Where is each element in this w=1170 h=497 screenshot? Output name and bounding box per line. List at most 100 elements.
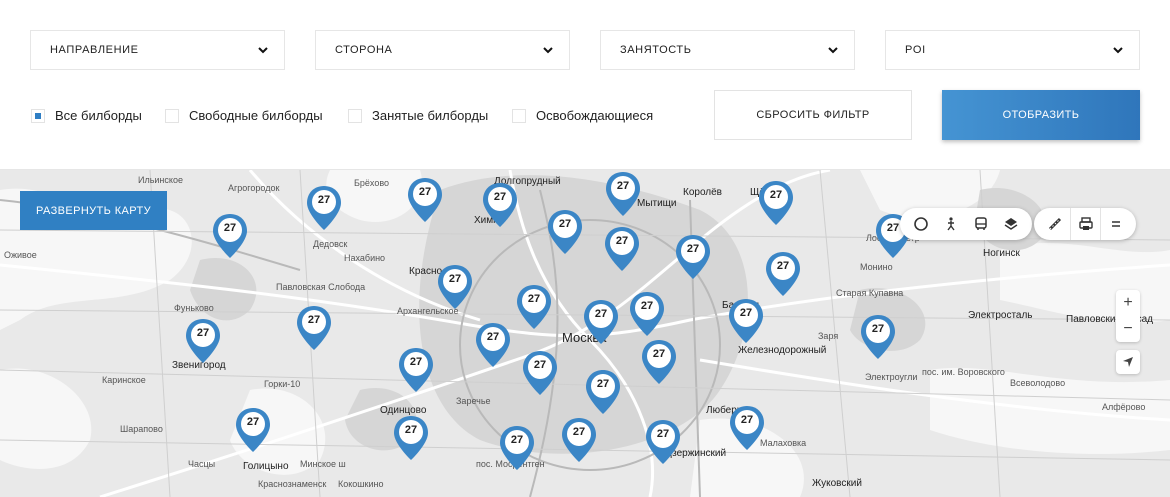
cluster-marker[interactable]: 27 [184, 317, 222, 365]
map-toolbar [900, 208, 1032, 240]
zoom-in-button[interactable]: + [1116, 290, 1140, 316]
cluster-marker[interactable]: 27 [644, 418, 682, 466]
transport-tool[interactable] [966, 208, 996, 240]
pedestrian-tool[interactable] [936, 208, 966, 240]
cluster-marker[interactable]: 27 [515, 283, 553, 331]
map-pin-icon [586, 370, 620, 414]
checkbox-box[interactable] [348, 108, 362, 123]
cluster-marker[interactable]: 27 [498, 424, 536, 472]
map-label: Горки-10 [264, 379, 301, 389]
map-label: Заречье [456, 396, 491, 406]
cluster-marker[interactable]: 27 [397, 346, 435, 394]
side-select[interactable]: СТОРОНА [315, 30, 570, 70]
map-pin-icon [476, 323, 510, 367]
draw-area-tool[interactable] [906, 208, 936, 240]
map-label: Электросталь [968, 310, 1033, 321]
geolocation-button[interactable] [1116, 350, 1140, 374]
cluster-marker[interactable]: 27 [640, 338, 678, 386]
cluster-marker[interactable]: 27 [234, 406, 272, 454]
cluster-marker[interactable]: 27 [674, 233, 712, 281]
map-pin-icon [676, 235, 710, 279]
expand-map-button[interactable]: РАЗВЕРНУТЬ КАРТУ [20, 191, 167, 230]
cluster-marker[interactable]: 27 [764, 250, 802, 298]
occupancy-select[interactable]: ЗАНЯТОСТЬ [600, 30, 855, 70]
map-label: Брёхово [354, 178, 390, 188]
cluster-marker[interactable]: 27 [582, 298, 620, 346]
menu-icon [1111, 221, 1120, 227]
map-label: Нахабино [344, 253, 386, 263]
checkbox-releasing[interactable]: Освобождающиеся [512, 108, 653, 123]
cluster-count: 27 [527, 293, 541, 305]
cluster-count: 27 [409, 356, 423, 368]
cluster-marker[interactable]: 27 [728, 404, 766, 452]
map-pin-icon [861, 315, 895, 359]
checkbox-box[interactable] [165, 108, 179, 123]
map-label: Каринское [102, 375, 146, 385]
cluster-count: 27 [776, 260, 790, 272]
checkbox-all-billboards[interactable]: Все билборды [31, 108, 142, 123]
map-pin-icon [766, 252, 800, 296]
map-label: Часцы [188, 459, 216, 469]
direction-select[interactable]: НАПРАВЛЕНИЕ [30, 30, 285, 70]
map-pin-icon [307, 186, 341, 230]
map-pin-icon [729, 299, 763, 343]
cluster-marker[interactable]: 27 [436, 263, 474, 311]
map-pin-icon [646, 420, 680, 464]
cluster-marker[interactable]: 27 [604, 170, 642, 218]
cluster-marker[interactable]: 27 [584, 368, 622, 416]
cluster-marker[interactable]: 27 [546, 208, 584, 256]
map-pin-icon [730, 406, 764, 450]
map-pin-icon [759, 181, 793, 225]
map-label: Павловская Слобода [276, 282, 366, 292]
checkbox-label: Все билборды [55, 108, 142, 123]
poi-select-label: POI [905, 44, 926, 56]
pedestrian-icon [947, 217, 955, 231]
circle-draw-icon [914, 217, 928, 231]
map-pin-icon [584, 300, 618, 344]
menu-tool[interactable] [1100, 208, 1130, 240]
poi-select[interactable]: POI [885, 30, 1140, 70]
ruler-tool[interactable] [1040, 208, 1070, 240]
cluster-marker[interactable]: 27 [392, 414, 430, 462]
show-button[interactable]: ОТОБРАЗИТЬ [942, 90, 1140, 140]
occupancy-select-label: ЗАНЯТОСТЬ [620, 44, 692, 56]
cluster-count: 27 [418, 186, 432, 198]
chevron-down-icon [1113, 47, 1123, 54]
cluster-marker[interactable]: 27 [406, 176, 444, 224]
checkbox-free-billboards[interactable]: Свободные билборды [165, 108, 323, 123]
checkbox-box[interactable] [512, 108, 526, 123]
side-select-label: СТОРОНА [335, 44, 393, 56]
cluster-count: 27 [656, 428, 670, 440]
cluster-marker[interactable]: 27 [757, 179, 795, 227]
cluster-marker[interactable]: 27 [603, 225, 641, 273]
checkbox-box[interactable] [31, 108, 45, 123]
location-arrow-icon [1123, 357, 1133, 367]
layers-tool[interactable] [996, 208, 1026, 240]
print-tool[interactable] [1070, 208, 1100, 240]
map-pin-icon [562, 418, 596, 462]
cluster-marker[interactable]: 27 [628, 290, 666, 338]
cluster-marker[interactable]: 27 [305, 184, 343, 232]
cluster-marker[interactable]: 27 [211, 212, 249, 260]
checkbox-occupied-billboards[interactable]: Занятые билборды [348, 108, 488, 123]
cluster-marker[interactable]: 27 [481, 181, 519, 229]
map-pin-icon [438, 265, 472, 309]
map-label: Фуньково [174, 303, 214, 313]
cluster-marker[interactable]: 27 [295, 304, 333, 352]
map-pin-icon [523, 351, 557, 395]
map-label: Дедовск [313, 239, 348, 249]
cluster-marker[interactable]: 27 [560, 416, 598, 464]
reset-filter-button[interactable]: СБРОСИТЬ ФИЛЬТР [714, 90, 912, 140]
map-pin-icon [605, 227, 639, 271]
cluster-marker[interactable]: 27 [521, 349, 559, 397]
zoom-out-button[interactable]: − [1116, 316, 1140, 342]
cluster-marker[interactable]: 27 [859, 313, 897, 361]
cluster-marker[interactable]: 27 [727, 297, 765, 345]
cluster-count: 27 [533, 359, 547, 371]
map-pin-icon [394, 416, 428, 460]
cluster-count: 27 [307, 314, 321, 326]
cluster-count: 27 [615, 235, 629, 247]
printer-icon [1078, 217, 1093, 230]
map[interactable]: Москва Химки Долгопрудный Мытищи Королёв… [0, 170, 1170, 497]
cluster-marker[interactable]: 27 [474, 321, 512, 369]
